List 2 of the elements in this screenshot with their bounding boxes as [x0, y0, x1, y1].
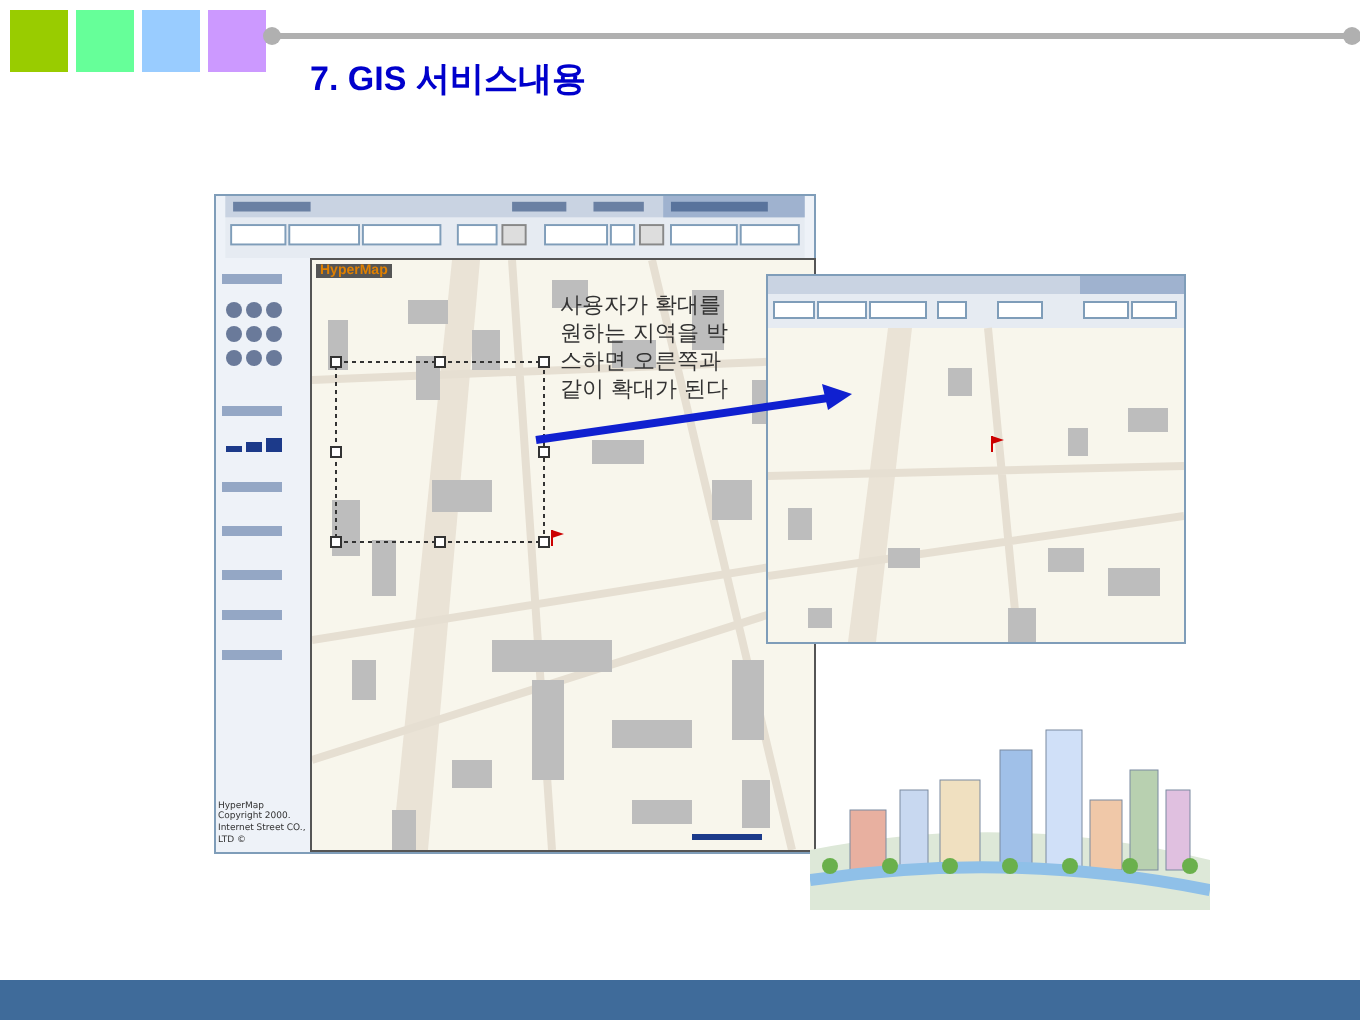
slide-title: 7. GIS 서비스내용	[310, 58, 586, 102]
annotation-text: 사용자가 확대를 원하는 지역을 박스하면 오른쪽과 같이 확대가 된다	[560, 292, 730, 404]
